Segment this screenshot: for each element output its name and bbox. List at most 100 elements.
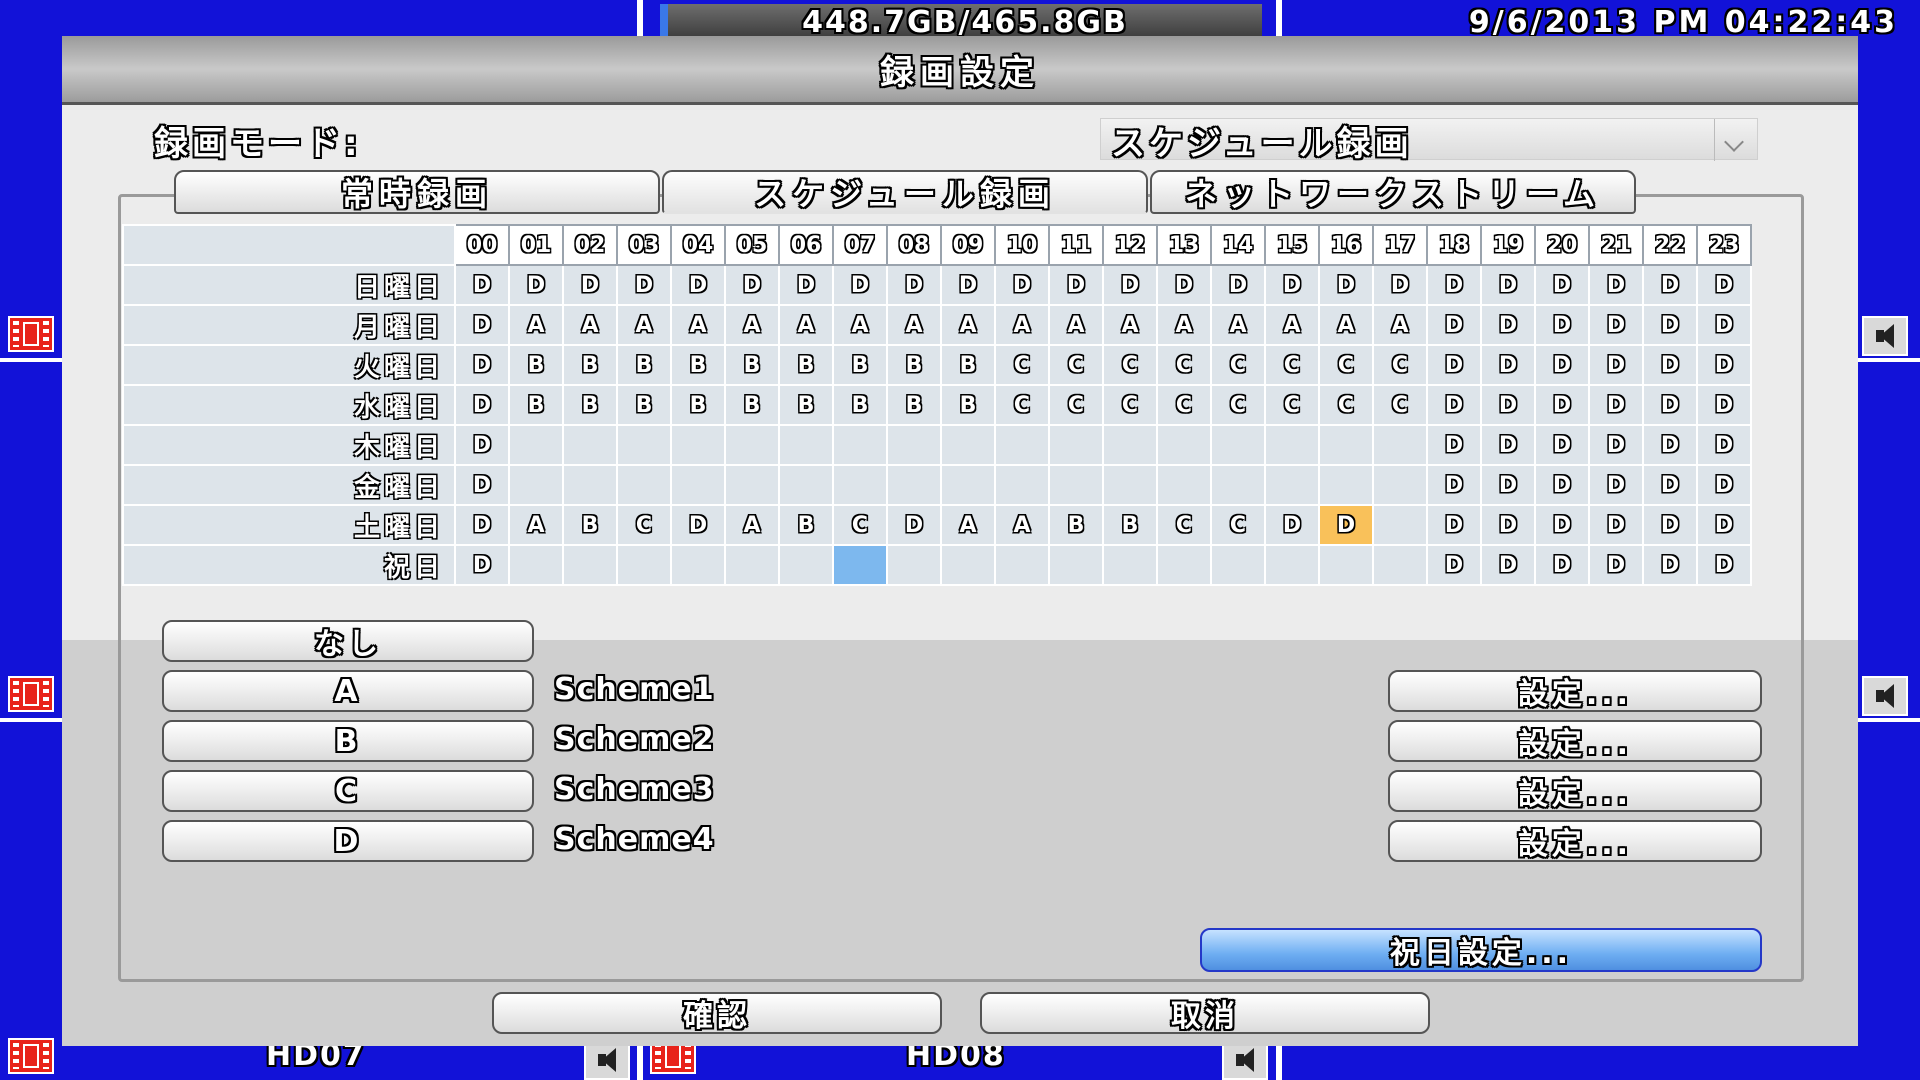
schedule-cell[interactable] <box>1264 424 1320 466</box>
schedule-cell[interactable]: B <box>562 384 618 426</box>
scheme-d-setting-button[interactable]: 設定... <box>1388 820 1762 862</box>
schedule-cell[interactable]: B <box>508 344 564 386</box>
schedule-cell[interactable]: D <box>1696 504 1752 546</box>
schedule-cell[interactable]: B <box>724 344 780 386</box>
schedule-cell[interactable]: C <box>1048 384 1104 426</box>
schedule-cell[interactable]: A <box>670 304 726 346</box>
schedule-cell[interactable] <box>562 424 618 466</box>
schedule-cell[interactable] <box>1210 424 1266 466</box>
schedule-cell[interactable]: D <box>1426 384 1482 426</box>
schedule-cell[interactable]: D <box>454 344 510 386</box>
schedule-cell[interactable]: D <box>670 264 726 306</box>
schedule-cell[interactable] <box>832 424 888 466</box>
schedule-cell[interactable]: D <box>886 504 942 546</box>
schedule-cell[interactable]: D <box>508 264 564 306</box>
schedule-cell[interactable]: D <box>1426 504 1482 546</box>
schedule-cell[interactable]: B <box>940 344 996 386</box>
schedule-cell[interactable]: B <box>940 384 996 426</box>
schedule-cell[interactable]: B <box>562 344 618 386</box>
schedule-cell[interactable]: D <box>1318 504 1374 546</box>
schedule-cell[interactable]: B <box>778 504 834 546</box>
schedule-cell[interactable]: B <box>778 344 834 386</box>
schedule-cell[interactable]: D <box>1534 464 1590 506</box>
schedule-cell[interactable] <box>778 464 834 506</box>
schedule-cell[interactable]: D <box>1696 424 1752 466</box>
schedule-cell[interactable]: D <box>454 264 510 306</box>
schedule-cell[interactable]: D <box>1642 344 1698 386</box>
schedule-cell[interactable] <box>1372 424 1428 466</box>
schedule-cell[interactable]: D <box>1642 464 1698 506</box>
scheme-c-setting-button[interactable]: 設定... <box>1388 770 1762 812</box>
scheme-none-button[interactable]: なし <box>162 620 534 662</box>
schedule-cell[interactable]: D <box>1426 464 1482 506</box>
scheme-b-setting-button[interactable]: 設定... <box>1388 720 1762 762</box>
schedule-cell[interactable] <box>886 464 942 506</box>
schedule-cell[interactable]: D <box>1696 464 1752 506</box>
schedule-cell[interactable]: B <box>670 344 726 386</box>
schedule-cell[interactable]: B <box>886 384 942 426</box>
speaker-icon[interactable] <box>1862 316 1908 356</box>
schedule-cell[interactable]: D <box>1696 344 1752 386</box>
schedule-cell[interactable]: A <box>562 304 618 346</box>
schedule-cell[interactable]: B <box>616 384 672 426</box>
schedule-cell[interactable]: D <box>1534 424 1590 466</box>
schedule-cell[interactable]: D <box>1264 264 1320 306</box>
record-film-icon[interactable] <box>8 676 54 712</box>
schedule-cell[interactable] <box>670 424 726 466</box>
schedule-cell[interactable]: B <box>1048 504 1104 546</box>
schedule-cell[interactable]: A <box>1264 304 1320 346</box>
schedule-cell[interactable]: C <box>1102 384 1158 426</box>
record-film-icon[interactable] <box>8 1038 54 1074</box>
schedule-cell[interactable]: A <box>1102 304 1158 346</box>
speaker-icon[interactable] <box>584 1040 630 1080</box>
schedule-cell[interactable]: D <box>778 264 834 306</box>
schedule-cell[interactable]: D <box>1480 424 1536 466</box>
schedule-cell[interactable] <box>1264 544 1320 586</box>
schedule-cell[interactable]: D <box>1480 384 1536 426</box>
schedule-cell[interactable]: D <box>454 464 510 506</box>
schedule-cell[interactable]: D <box>1642 304 1698 346</box>
schedule-cell[interactable]: D <box>1480 344 1536 386</box>
schedule-cell[interactable]: C <box>1102 344 1158 386</box>
schedule-cell[interactable]: D <box>670 504 726 546</box>
schedule-cell[interactable]: D <box>1588 424 1644 466</box>
schedule-cell[interactable]: A <box>1318 304 1374 346</box>
schedule-cell[interactable] <box>670 464 726 506</box>
schedule-cell[interactable]: D <box>454 384 510 426</box>
schedule-cell[interactable] <box>670 544 726 586</box>
schedule-cell[interactable]: D <box>1588 264 1644 306</box>
schedule-cell[interactable]: D <box>1210 264 1266 306</box>
schedule-cell[interactable] <box>1048 464 1104 506</box>
schedule-cell[interactable] <box>994 544 1050 586</box>
schedule-cell[interactable]: A <box>778 304 834 346</box>
schedule-cell[interactable] <box>886 544 942 586</box>
schedule-cell[interactable] <box>832 464 888 506</box>
schedule-cell[interactable]: D <box>1480 464 1536 506</box>
schedule-cell[interactable]: A <box>508 504 564 546</box>
schedule-cell[interactable]: C <box>994 384 1050 426</box>
schedule-cell[interactable]: D <box>1588 304 1644 346</box>
schedule-cell[interactable] <box>1372 544 1428 586</box>
schedule-cell[interactable]: A <box>1156 304 1212 346</box>
schedule-cell[interactable]: C <box>1210 504 1266 546</box>
scheme-b-button[interactable]: B <box>162 720 534 762</box>
schedule-cell[interactable]: D <box>1372 264 1428 306</box>
schedule-cell[interactable]: B <box>616 344 672 386</box>
tab-network-stream[interactable]: ネットワークストリーム <box>1150 170 1636 214</box>
schedule-cell[interactable]: D <box>1480 304 1536 346</box>
schedule-cell[interactable] <box>616 464 672 506</box>
schedule-cell[interactable]: C <box>616 504 672 546</box>
schedule-cell[interactable] <box>1048 544 1104 586</box>
schedule-cell[interactable] <box>1102 544 1158 586</box>
schedule-cell[interactable]: C <box>1210 344 1266 386</box>
schedule-cell[interactable]: D <box>940 264 996 306</box>
schedule-cell[interactable]: D <box>994 264 1050 306</box>
schedule-cell[interactable] <box>778 424 834 466</box>
chevron-down-icon[interactable] <box>1714 119 1757 161</box>
schedule-cell[interactable] <box>1318 464 1374 506</box>
schedule-cell[interactable]: C <box>1372 384 1428 426</box>
schedule-cell[interactable]: D <box>454 544 510 586</box>
schedule-cell[interactable]: A <box>886 304 942 346</box>
schedule-cell[interactable] <box>1264 464 1320 506</box>
schedule-cell[interactable]: D <box>454 304 510 346</box>
